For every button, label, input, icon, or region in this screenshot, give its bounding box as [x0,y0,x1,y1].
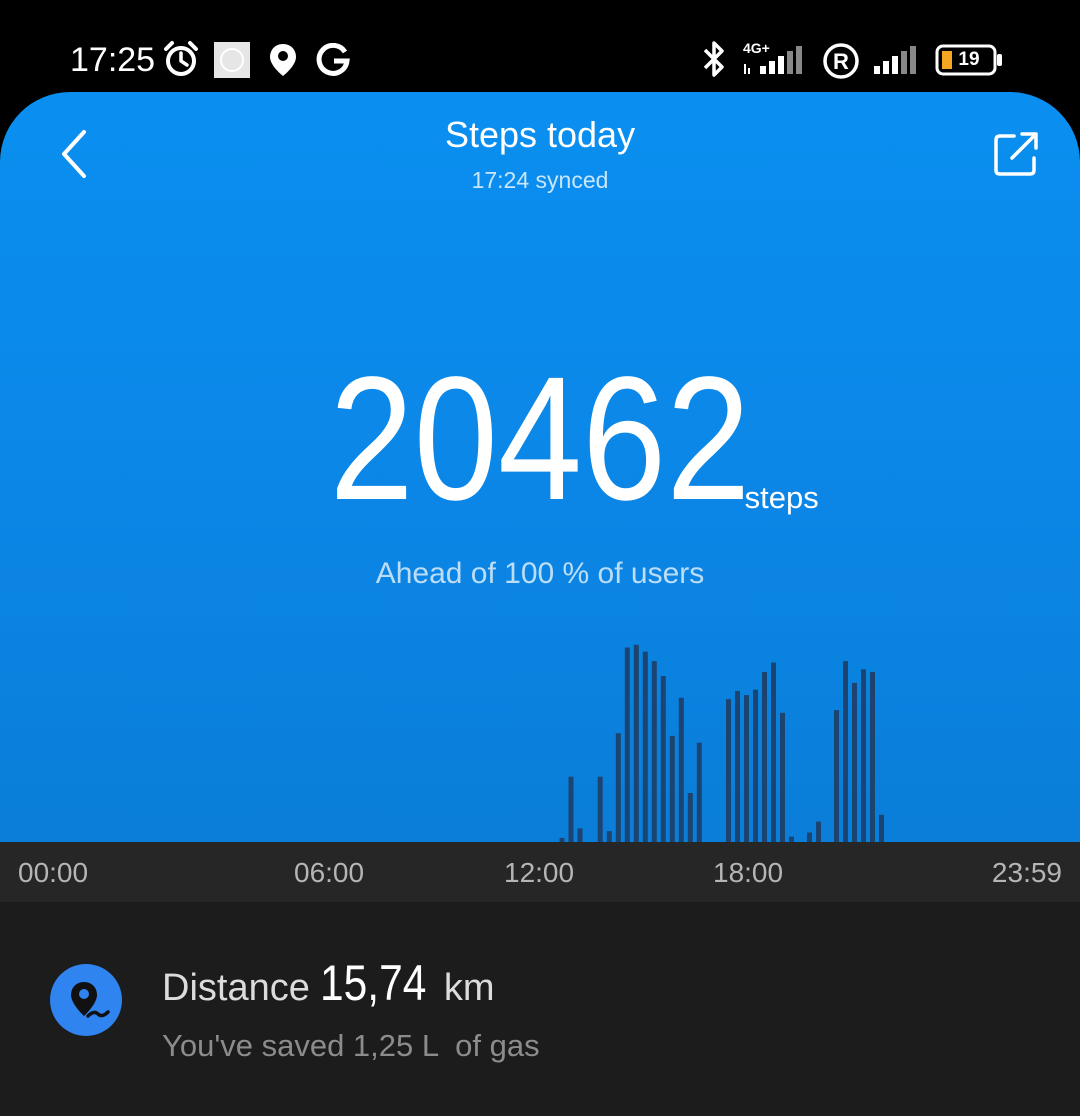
step-bar [678,697,684,842]
battery-icon: 19 [935,44,1005,76]
step-bar [879,814,884,842]
step-bar [606,831,612,842]
mi-app-icon [214,42,250,78]
step-bar [577,828,583,842]
time-axis: 00:00 06:00 12:00 18:00 23:59 [0,842,1080,902]
step-summary: 20462steps [0,341,1080,537]
step-bar [633,644,639,842]
step-bar [807,832,812,842]
step-bar [861,669,866,842]
signal-icon [744,46,802,74]
location-route-icon [50,964,122,1036]
step-bar [870,672,875,842]
step-bar [762,672,767,842]
step-bar [780,712,785,842]
gas-saved-text: You've saved 1,25 L of gas [162,1028,540,1063]
step-bar [771,662,776,842]
battery-level: 19 [958,49,980,70]
sync-status: 17:24 synced [471,167,609,193]
svg-text:R: R [833,49,849,74]
location-icon [270,44,296,76]
step-bar [642,651,648,842]
hourly-steps-chart [559,644,884,842]
signal-icon-2 [874,46,916,74]
step-bar [816,821,821,842]
share-button[interactable] [990,130,1046,180]
step-bar [687,793,693,842]
axis-label-1800: 18:00 [713,857,784,888]
step-count: 20462 [329,341,751,537]
step-bar [597,776,603,842]
step-unit: steps [744,480,819,515]
step-bar [651,661,657,842]
step-bar [726,699,731,842]
google-icon [316,43,350,76]
step-bar [615,733,621,842]
steps-header-card: Steps today 17:24 synced 20462steps Ahea… [0,92,1080,842]
step-bar [753,689,758,842]
step-bar [852,682,857,842]
share-icon [994,132,1038,176]
step-bar [669,735,675,842]
step-bar [843,661,848,842]
roaming-icon: R [823,43,859,79]
axis-label-1200: 12:00 [504,857,575,888]
bluetooth-icon [703,41,724,77]
distance-line: Distance 15,74 km [162,954,495,1012]
alarm-icon [164,41,198,76]
page-title: Steps today [444,114,636,155]
status-time: 17:25 [70,41,156,79]
step-bar [660,676,666,842]
distance-value: 15,74 [320,955,427,1011]
distance-unit: km [443,967,495,1009]
status-bar: 17:25 4G+ R 19 [0,0,1080,92]
axis-label-end: 23:59 [991,857,1062,888]
distance-label: Distance [162,967,310,1009]
step-bar [568,776,574,842]
user-rank-text: Ahead of 100 % of users [375,557,705,590]
step-bar [735,691,740,842]
axis-label-start: 00:00 [18,857,89,888]
axis-label-0600: 06:00 [294,857,365,888]
step-bar [624,647,630,842]
step-bar [696,742,702,842]
step-bar [744,695,749,842]
distance-panel[interactable]: Distance 15,74 km You've saved 1,25 L of… [0,902,1080,1116]
step-bar [834,710,839,842]
app-screen: 17:25 4G+ R 19 Steps today 17:24 synced … [0,0,1080,1116]
